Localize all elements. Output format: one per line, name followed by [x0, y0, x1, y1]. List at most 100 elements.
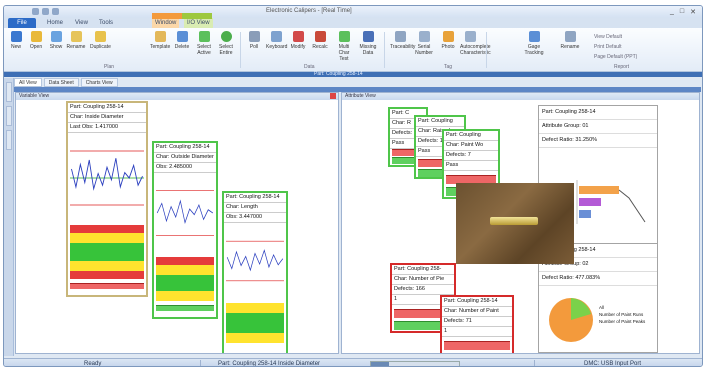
card-part-line: Part: Coupling 258-14	[224, 193, 286, 203]
part-banner-text: Part: Coupling 258-14	[314, 71, 363, 77]
delete-button[interactable]: Delete	[172, 31, 192, 50]
missing-data-label: Missing Data	[359, 44, 377, 56]
undo-icon[interactable]	[42, 8, 49, 15]
tab-view[interactable]: View	[72, 18, 91, 28]
select-entire-label: Select Entire	[219, 44, 233, 56]
serial-number-icon	[418, 31, 430, 42]
show-label: Show	[49, 44, 63, 50]
yellow-zone	[226, 303, 284, 313]
poll-button[interactable]: Poll	[244, 31, 264, 50]
tab-file[interactable]: File	[8, 18, 36, 28]
card-char-line: Char: Number of Pie	[392, 275, 454, 285]
new-button[interactable]: New	[6, 31, 26, 50]
serial-number-label: Serial Number	[415, 44, 433, 56]
template-label: Template	[150, 44, 171, 50]
pareto-line	[618, 189, 646, 223]
variable-card[interactable]: Part: Coupling 258-14 Char: Length Obs: …	[222, 191, 288, 353]
card-part-line: Part: Coupling 258-14	[442, 297, 512, 307]
card-part-line: Part: Coupling	[444, 131, 498, 141]
close-button[interactable]: ✕	[690, 8, 696, 16]
tab-charts-view[interactable]: Charts View	[80, 78, 118, 87]
summary-ratio-line: Defect Ratio: 477.083%	[539, 272, 657, 286]
group-separator	[240, 32, 241, 68]
part-photo	[456, 183, 574, 264]
attribute-card[interactable]: Part: Coupling 258-14 Char: Number of Pa…	[440, 295, 514, 353]
xbar-chart	[156, 173, 214, 253]
dock-tab[interactable]	[6, 82, 12, 102]
minimize-button[interactable]: _	[670, 8, 674, 16]
view-default-option[interactable]: View Default	[594, 32, 637, 42]
recalc-button[interactable]: Recalc	[310, 31, 330, 50]
poll-label: Poll	[249, 44, 259, 50]
green-zone	[226, 313, 284, 333]
delete-label: Delete	[174, 44, 190, 50]
tab-tools[interactable]: Tools	[96, 18, 116, 28]
autocomplete-button[interactable]: Autocomplete Characteristic	[460, 31, 491, 56]
summary-part-line: Part: Coupling 258-14	[539, 106, 657, 120]
modify-icon	[292, 31, 304, 42]
modify-button[interactable]: Modify	[288, 31, 308, 50]
status-ready: Ready	[84, 361, 102, 367]
duplicate-button[interactable]: Duplicate	[90, 31, 111, 50]
close-icon[interactable]	[330, 93, 336, 99]
photo-button[interactable]: Photo	[438, 31, 458, 50]
tab-all-view[interactable]: All View	[14, 78, 42, 87]
save-icon[interactable]	[32, 8, 39, 15]
select-active-button[interactable]: Select Active	[194, 31, 214, 56]
variable-card[interactable]: Part: Coupling 258-14 Char: Inside Diame…	[66, 101, 148, 297]
traceability-button[interactable]: Traceability	[390, 31, 415, 50]
tab-home[interactable]: Home	[44, 18, 66, 28]
select-entire-button[interactable]: Select Entire	[216, 31, 236, 56]
photo-icon	[442, 31, 454, 42]
tab-data-sheet[interactable]: Data Sheet	[43, 78, 79, 87]
keyboard-label: Keyboard	[266, 44, 288, 50]
status-bar-fail	[70, 283, 144, 289]
show-button[interactable]: Show	[46, 31, 66, 50]
variable-card[interactable]: Part: Coupling 258-14 Char: Outside Diam…	[152, 141, 218, 319]
page-default-option[interactable]: Page Default (PPT)	[594, 52, 637, 62]
maximize-button[interactable]: □	[680, 8, 684, 16]
template-button[interactable]: Template	[150, 31, 170, 50]
print-default-option[interactable]: Print Default	[594, 42, 637, 52]
red-zone	[70, 271, 144, 279]
traceability-label: Traceability	[390, 44, 416, 50]
yellow-zone	[156, 265, 214, 275]
missing-data-button[interactable]: Missing Data	[358, 31, 378, 56]
tab-io-view[interactable]: I/O View	[184, 18, 213, 28]
traceability-icon	[394, 31, 406, 42]
show-icon	[50, 31, 62, 42]
multi-char-test-button[interactable]: Multi Char Test	[334, 31, 354, 62]
rename-button[interactable]: Rename	[66, 31, 86, 50]
report-rename-button[interactable]: Rename	[560, 31, 580, 50]
modify-label: Modify	[290, 44, 306, 50]
serial-number-button[interactable]: Serial Number	[414, 31, 434, 56]
delete-icon	[176, 31, 188, 42]
xbar-series	[226, 249, 284, 272]
recalc-label: Recalc	[312, 44, 328, 50]
dock-tab[interactable]	[6, 106, 12, 126]
pareto-bar	[579, 210, 591, 218]
legend-paint-peaks: Number of Paint Peaks	[599, 319, 646, 324]
keyboard-button[interactable]: Keyboard	[266, 31, 288, 50]
select-entire-icon	[220, 31, 232, 42]
autocomplete-icon	[464, 31, 476, 42]
red-zone	[156, 257, 214, 265]
group-separator	[384, 32, 385, 68]
status-current-char: Part: Coupling 258-14 Inside Diameter	[218, 361, 321, 367]
ribbon: New Open Show Rename Duplicate Template …	[4, 28, 702, 72]
app-window: Electronic Calipers - [Real Time] _ □ ✕ …	[3, 5, 703, 367]
quick-access-toolbar[interactable]	[32, 8, 59, 15]
yellow-zone	[70, 233, 144, 243]
dock-tab[interactable]	[6, 130, 12, 150]
multi-char-test-label: Multi Char Test	[338, 44, 350, 62]
duplicate-label: Duplicate	[90, 44, 111, 50]
tab-window[interactable]: Window	[152, 18, 180, 28]
redo-icon[interactable]	[52, 8, 59, 15]
pie-legend: All Number of Paint Runs Number of Paint…	[599, 304, 645, 325]
group-label-tag: Tag	[444, 64, 453, 70]
open-button[interactable]: Open	[26, 31, 46, 50]
pareto-bar	[579, 198, 601, 206]
status-separator	[534, 360, 535, 366]
gage-tracking-button[interactable]: Gage Tracking	[524, 31, 544, 56]
photo-label: Photo	[441, 44, 455, 50]
